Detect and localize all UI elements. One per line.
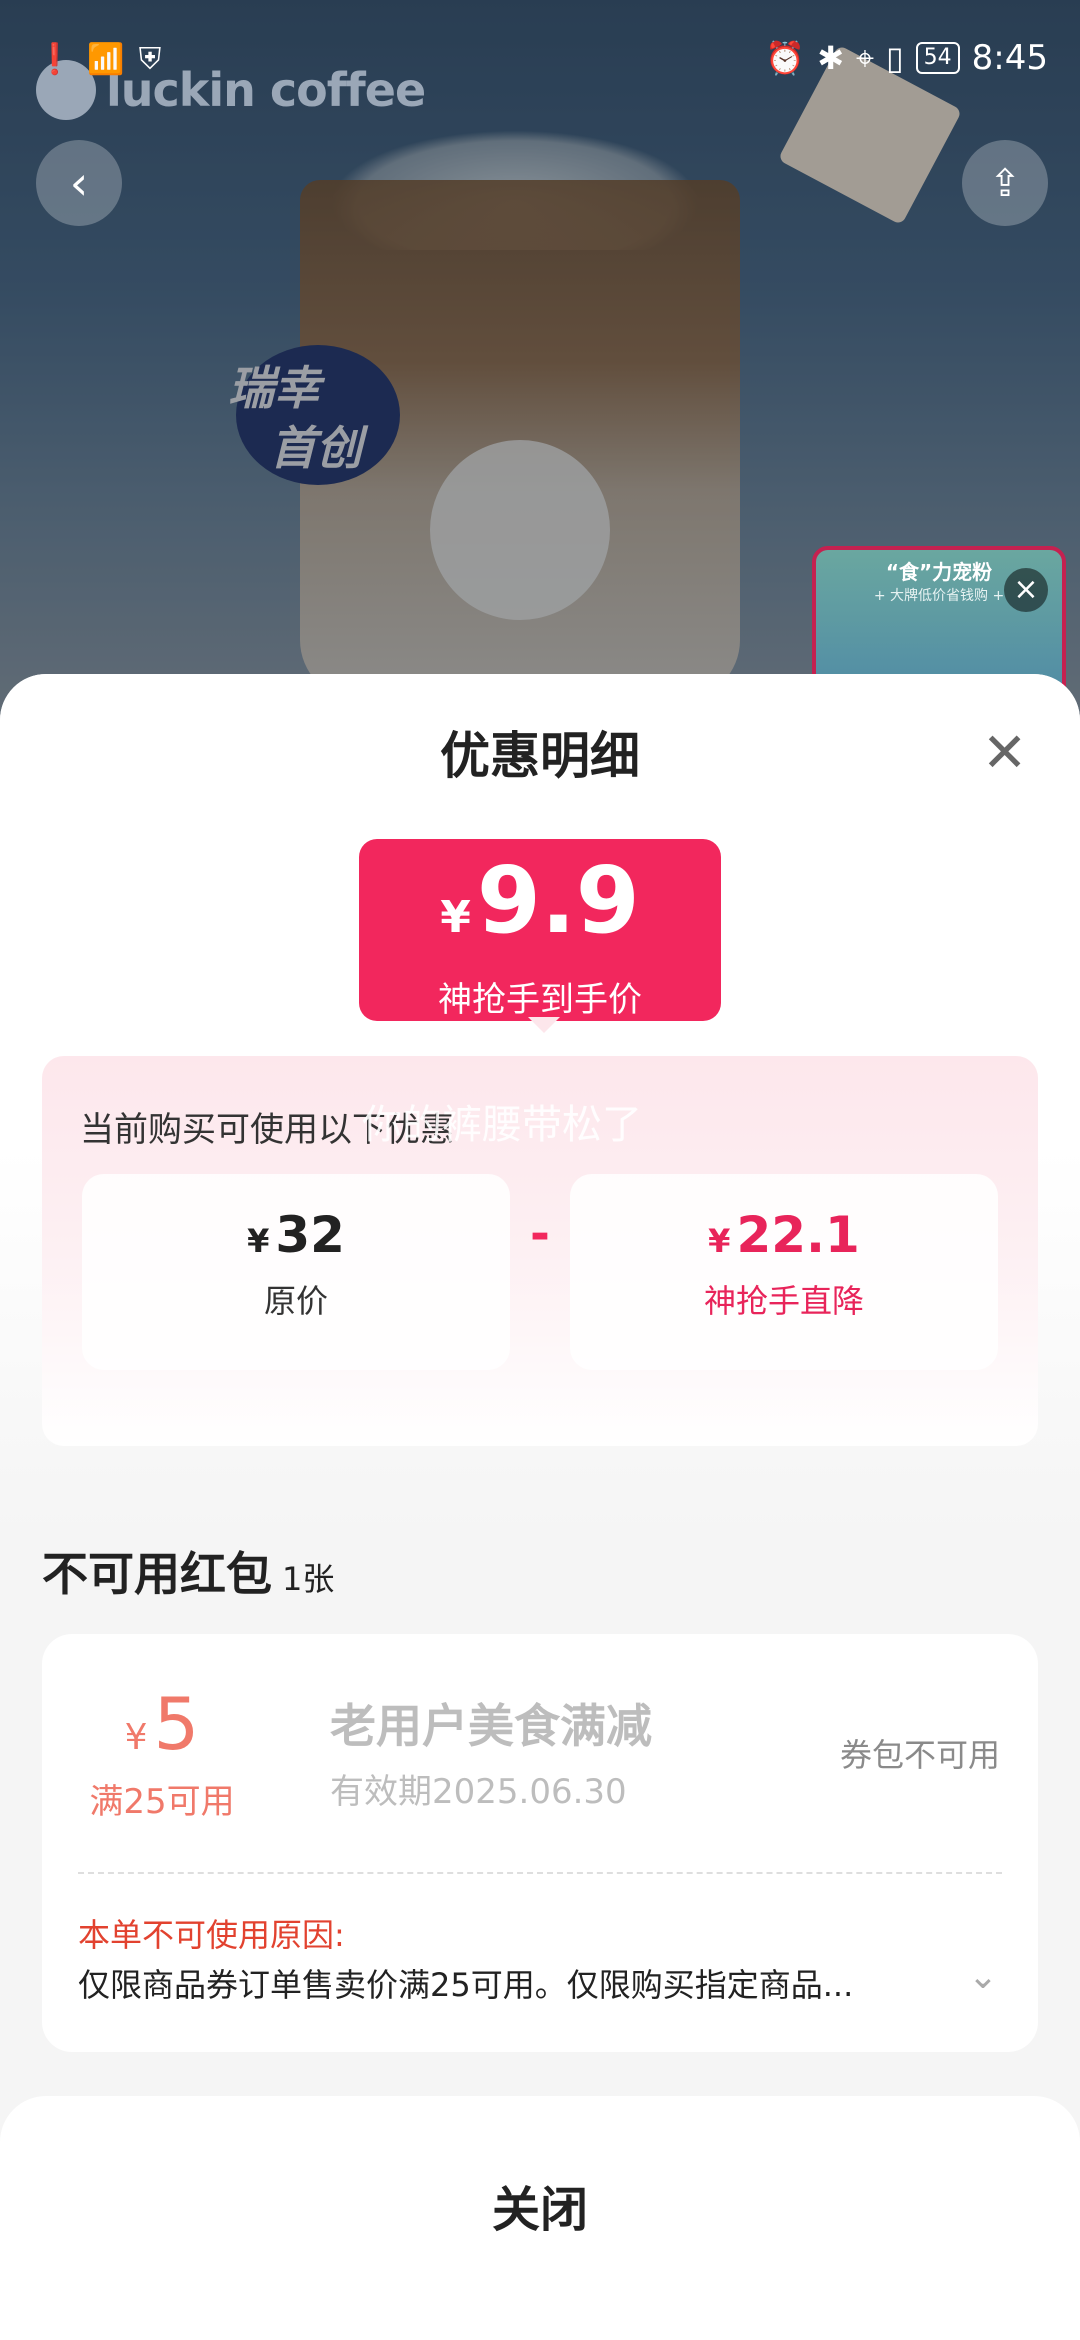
- close-button[interactable]: 关闭: [0, 2170, 1080, 2240]
- original-price-box: ¥32 原价: [82, 1174, 510, 1370]
- currency-symbol: ¥: [440, 892, 471, 943]
- watermark-text: 你的裤腰带松了: [362, 1102, 642, 1148]
- divider: [78, 1872, 1002, 1874]
- shield-icon: ⛨: [138, 42, 162, 77]
- final-price-badge: ¥9.9 神抢手到手价: [359, 839, 721, 1021]
- back-button[interactable]: ‹: [36, 140, 122, 226]
- coupon-name: 老用户美食满减: [330, 1699, 652, 1753]
- close-icon[interactable]: ×: [1004, 568, 1048, 612]
- bluetooth-icon: ✱: [817, 39, 844, 77]
- final-price-label: 神抢手到手价: [438, 980, 642, 1020]
- final-price-value: 9.9: [476, 847, 640, 954]
- reason-text: 仅限商品券订单售卖价满25可用。仅限购买指定商品...: [78, 1966, 854, 2004]
- coupon-condition: 满25可用: [89, 1782, 235, 1822]
- coupon-count: 1张: [282, 1560, 335, 1598]
- coupon-card[interactable]: ¥5 满25可用 老用户美食满减 有效期2025.06.30 券包不可用 本单不…: [42, 1634, 1038, 2052]
- chevron-down-icon[interactable]: ⌄: [968, 1956, 998, 1997]
- discount-label: 神抢手直降: [703, 1282, 864, 1320]
- sheet-footer: 关闭: [0, 2096, 1080, 2340]
- reason-title: 本单不可使用原因:: [78, 1916, 345, 1954]
- discount-box: ¥22.1 神抢手直降: [570, 1174, 998, 1370]
- status-bar: ❗ 📶 ⛨ ⏰ ✱ ⌖ ▯ 54 8:45: [0, 0, 1080, 120]
- coupon-amount: ¥5: [124, 1682, 200, 1766]
- sheet-title: 优惠明细: [440, 727, 640, 785]
- original-price-value: 32: [275, 1206, 345, 1264]
- alarm-icon: ⏰: [765, 39, 806, 77]
- close-icon[interactable]: ✕: [982, 726, 1027, 780]
- price-breakdown: 当前购买可使用以下优惠 你的裤腰带松了 ¥32 原价 - ¥22.1 神抢手直降: [42, 1056, 1038, 1446]
- unusable-section-title: 不可用红包 1张: [42, 1547, 335, 1601]
- wifi-icon: 📶: [87, 42, 125, 77]
- discount-value: 22.1: [736, 1206, 860, 1264]
- battery-indicator: 54: [915, 42, 960, 74]
- share-icon: ⇪: [989, 161, 1021, 205]
- original-price-label: 原价: [263, 1282, 328, 1320]
- minus-sign: -: [530, 1206, 550, 1262]
- vibrate-icon: ▯: [886, 39, 904, 77]
- coupon-state: 券包不可用: [839, 1736, 1000, 1774]
- chevron-left-icon: ‹: [69, 156, 89, 210]
- location-icon: ⌖: [856, 38, 875, 77]
- coupon-validity: 有效期2025.06.30: [330, 1772, 627, 1812]
- share-button[interactable]: ⇪: [962, 140, 1048, 226]
- clock: 8:45: [971, 38, 1048, 78]
- notification-icon: ❗: [36, 42, 74, 77]
- discount-detail-sheet: 优惠明细 ✕ ¥9.9 神抢手到手价 当前购买可使用以下优惠 你的裤腰带松了 ¥…: [0, 674, 1080, 2340]
